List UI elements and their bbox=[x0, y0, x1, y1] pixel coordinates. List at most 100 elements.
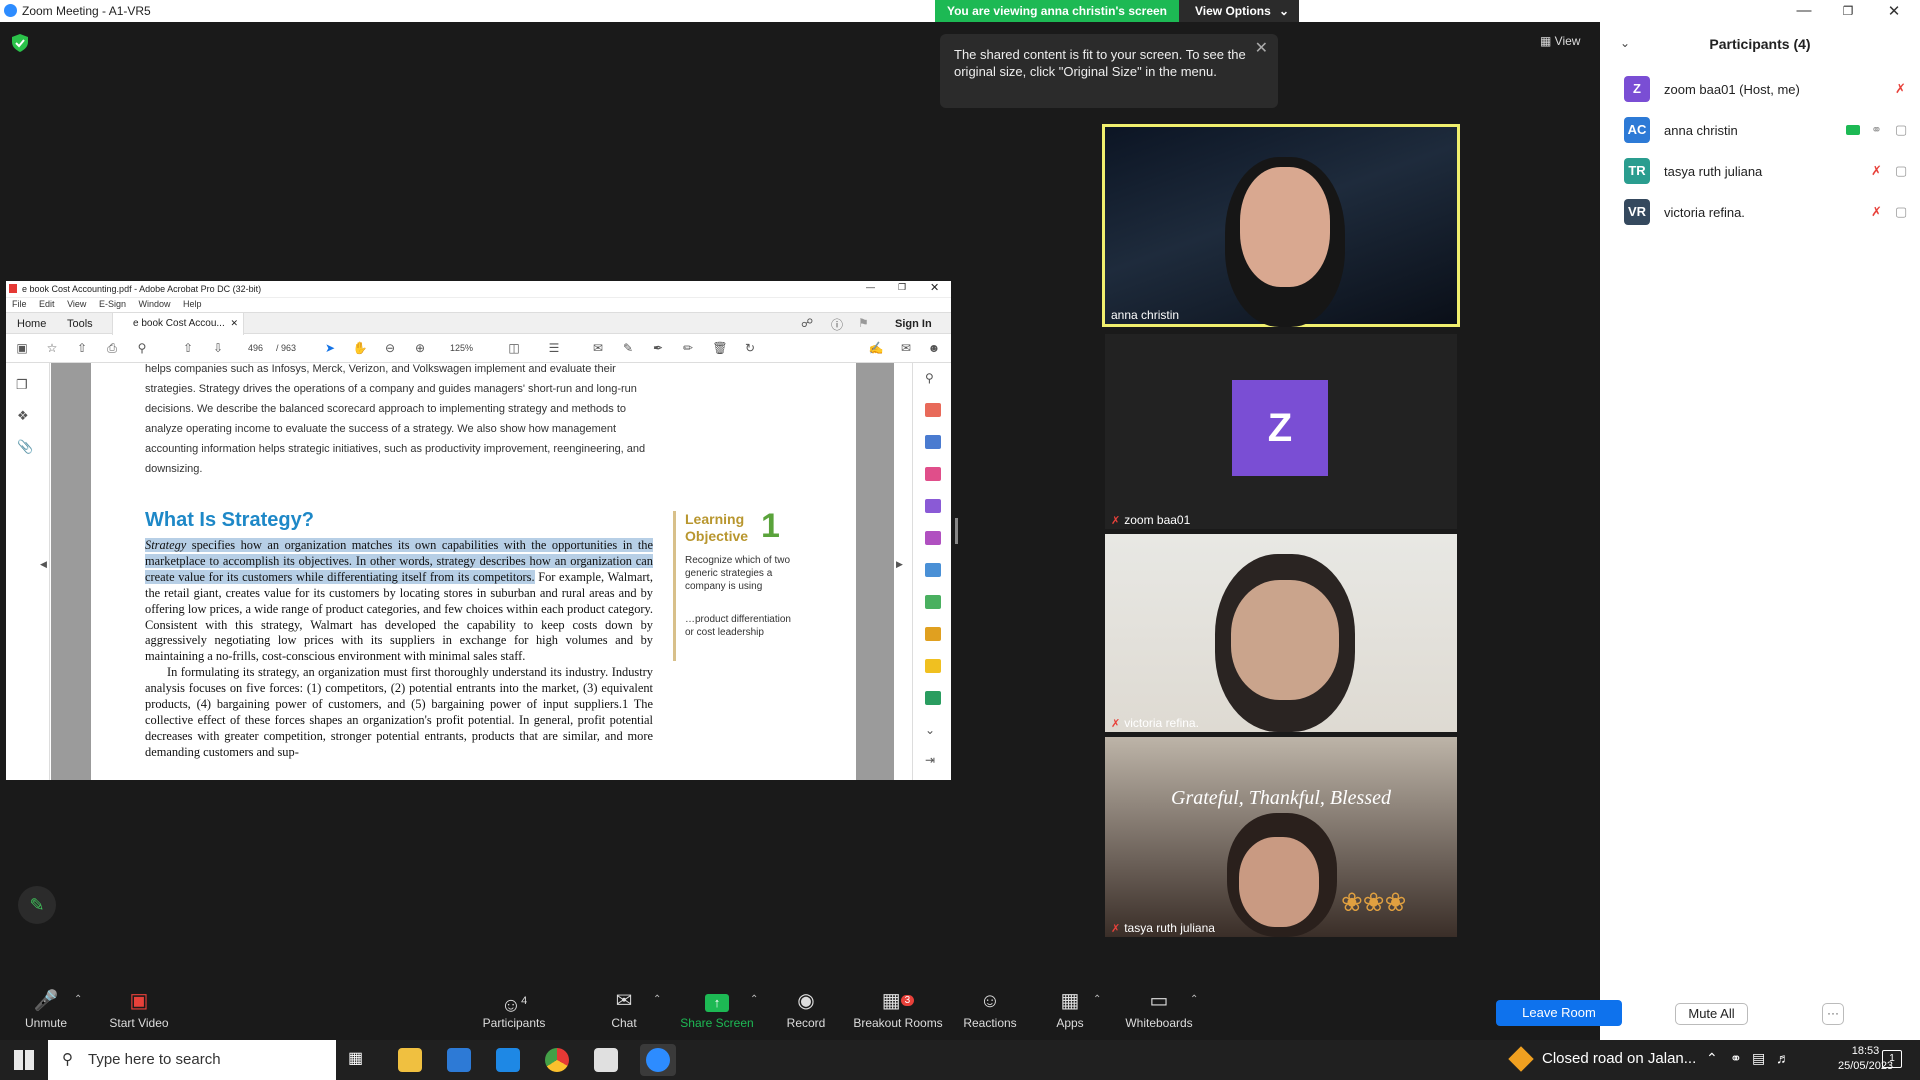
mic-muted-icon[interactable]: ✗ bbox=[1895, 81, 1906, 97]
unmute-button[interactable]: 🎤 Unmute bbox=[20, 990, 72, 1030]
video-icon[interactable]: ▢ bbox=[1895, 163, 1907, 179]
star-icon[interactable]: ☆ bbox=[44, 341, 60, 355]
more-options-button[interactable]: ··· bbox=[1822, 1003, 1844, 1025]
menu-window[interactable]: Window bbox=[138, 299, 170, 309]
leave-room-button[interactable]: Leave Room bbox=[1496, 1000, 1622, 1026]
mic-muted-icon[interactable]: ✗ bbox=[1871, 204, 1882, 220]
close-tab-icon[interactable]: ✕ bbox=[230, 318, 238, 329]
hand-icon[interactable]: ✋ bbox=[352, 341, 368, 355]
bookmark-icon[interactable]: ❖ bbox=[17, 408, 29, 424]
acrobat-minimize-icon[interactable]: — bbox=[866, 282, 875, 292]
sign-icon[interactable]: ✍ bbox=[868, 341, 884, 355]
rotate-icon[interactable]: ↻ bbox=[742, 341, 758, 355]
tray-mic-icon[interactable]: ⚭ bbox=[1730, 1050, 1742, 1067]
export-icon[interactable] bbox=[925, 499, 941, 513]
record-button[interactable]: ◉ Record bbox=[784, 990, 828, 1030]
video-tile-tasya[interactable]: Grateful, Thankful, Blessed ❀❀❀ ✗ tasya r… bbox=[1105, 737, 1457, 937]
edit-icon[interactable]: ✏ bbox=[680, 341, 696, 355]
notifications-icon[interactable]: 1 bbox=[1882, 1050, 1902, 1068]
acrobat-taskbar-icon[interactable] bbox=[594, 1048, 618, 1072]
page-number-input[interactable]: 496 bbox=[248, 343, 263, 353]
left-collapse-icon[interactable]: ◀ bbox=[40, 559, 47, 570]
fit-page-icon[interactable]: ◫ bbox=[506, 341, 522, 355]
pages-icon[interactable]: ❐ bbox=[16, 377, 28, 393]
combine-icon[interactable] bbox=[925, 563, 941, 577]
save-icon[interactable]: ▣ bbox=[14, 341, 30, 355]
share-options-caret-icon[interactable]: ⌃ bbox=[750, 994, 758, 1005]
zoom-taskbar-icon[interactable] bbox=[640, 1044, 676, 1076]
zoom-level-select[interactable]: 125% bbox=[450, 343, 473, 353]
search-tool-icon[interactable]: ⚲ bbox=[925, 371, 941, 385]
encryption-shield-icon[interactable] bbox=[12, 34, 28, 52]
delete-icon[interactable]: 🗑 bbox=[712, 341, 728, 355]
bell-icon[interactable]: ⚑ bbox=[858, 316, 869, 330]
prev-page-icon[interactable]: ⇧ bbox=[180, 341, 196, 355]
apps-button[interactable]: ▦ Apps bbox=[1052, 990, 1088, 1030]
tab-home[interactable]: Home bbox=[17, 318, 46, 330]
menu-esign[interactable]: E-Sign bbox=[99, 299, 126, 309]
resize-handle[interactable] bbox=[955, 518, 958, 544]
mute-all-button[interactable]: Mute All bbox=[1675, 1003, 1748, 1025]
participant-row[interactable]: AC anna christin ⚭ ▢ bbox=[1624, 117, 1914, 145]
volume-icon[interactable]: ♬ bbox=[1776, 1050, 1790, 1066]
restore-icon[interactable]: ❐ bbox=[1828, 4, 1868, 18]
mic-muted-icon[interactable]: ✗ bbox=[1871, 163, 1882, 179]
menu-edit[interactable]: Edit bbox=[39, 299, 55, 309]
expand-tools-icon[interactable]: ⌄ bbox=[925, 723, 941, 737]
reactions-button[interactable]: ☺ Reactions bbox=[962, 990, 1018, 1030]
taskbar-search-input[interactable]: ⚲ Type here to search bbox=[48, 1040, 336, 1080]
print-icon[interactable]: ⎙ bbox=[104, 341, 120, 355]
select-arrow-icon[interactable]: ➤ bbox=[322, 341, 338, 355]
protect-icon[interactable] bbox=[925, 627, 941, 641]
shared-acrobat-window[interactable]: e book Cost Accounting.pdf - Adobe Acrob… bbox=[6, 281, 951, 780]
network-icon[interactable]: ▤ bbox=[1752, 1050, 1765, 1067]
tab-tools[interactable]: Tools bbox=[67, 318, 93, 330]
highlight-icon[interactable]: ✒ bbox=[650, 341, 666, 355]
file-explorer-icon[interactable] bbox=[398, 1048, 422, 1072]
sign-in-link[interactable]: Sign In bbox=[895, 318, 932, 330]
participant-row[interactable]: VR victoria refina. ✗ ▢ bbox=[1624, 199, 1914, 227]
acrobat-close-icon[interactable]: ✕ bbox=[930, 281, 939, 294]
comment-tool-icon[interactable] bbox=[925, 659, 941, 673]
apps-options-caret-icon[interactable]: ⌃ bbox=[1093, 994, 1101, 1005]
participants-button[interactable]: ☺4 Participants bbox=[478, 990, 550, 1030]
weather-text[interactable]: Closed road on Jalan... bbox=[1542, 1050, 1696, 1067]
windows-start-icon[interactable] bbox=[14, 1050, 34, 1070]
participant-row[interactable]: Z zoom baa01 (Host, me) ✗ bbox=[1624, 76, 1914, 104]
participant-row[interactable]: TR tasya ruth juliana ✗ ▢ bbox=[1624, 158, 1914, 186]
minimize-icon[interactable]: — bbox=[1784, 2, 1824, 19]
menu-file[interactable]: File bbox=[12, 299, 27, 309]
comment-icon[interactable]: ✉ bbox=[590, 341, 606, 355]
collapse-panel-icon[interactable]: ⇥ bbox=[925, 753, 941, 767]
fill-sign-icon[interactable] bbox=[925, 531, 941, 545]
menu-help[interactable]: Help bbox=[183, 299, 202, 309]
account-icon[interactable]: ☻ bbox=[926, 341, 942, 355]
view-button[interactable]: ▦ View bbox=[1540, 34, 1580, 48]
tray-chevron-icon[interactable]: ⌃ bbox=[1706, 1050, 1718, 1067]
audio-options-caret-icon[interactable]: ⌃ bbox=[74, 994, 82, 1005]
share-screen-button[interactable]: ↑ Share Screen bbox=[680, 990, 754, 1030]
create-pdf-icon[interactable] bbox=[925, 403, 941, 417]
acrobat-restore-icon[interactable]: ❐ bbox=[898, 282, 906, 293]
whiteboards-button[interactable]: ▭ Whiteboards bbox=[1124, 990, 1194, 1030]
upload-icon[interactable]: ⇧ bbox=[74, 341, 90, 355]
video-icon[interactable]: ▢ bbox=[1895, 122, 1907, 138]
video-icon[interactable]: ▢ bbox=[1895, 204, 1907, 220]
view-options-button[interactable]: View Options ⌄ bbox=[1179, 0, 1299, 22]
chat-button[interactable]: ✉ Chat bbox=[604, 990, 644, 1030]
zoom-out-icon[interactable]: ⊖ bbox=[382, 341, 398, 355]
close-icon[interactable]: ✕ bbox=[1874, 2, 1914, 20]
pen-icon[interactable]: ✎ bbox=[620, 341, 636, 355]
chrome-icon[interactable] bbox=[545, 1048, 569, 1072]
mail-app-icon[interactable] bbox=[496, 1048, 520, 1072]
attachment-icon[interactable]: 📎 bbox=[17, 439, 33, 455]
zoom-search-icon[interactable]: ⚲ bbox=[134, 341, 150, 355]
zoom-in-icon[interactable]: ⊕ bbox=[412, 341, 428, 355]
tab-document[interactable]: e book Cost Accou... ✕ bbox=[112, 313, 244, 335]
start-video-button[interactable]: ▣ Start Video bbox=[104, 990, 174, 1030]
close-notice-icon[interactable]: ✕ bbox=[1255, 40, 1268, 57]
store-icon[interactable] bbox=[447, 1048, 471, 1072]
video-tile-zoom[interactable]: Z ✗ zoom baa01 bbox=[1105, 334, 1457, 529]
task-view-icon[interactable]: ▦ bbox=[348, 1048, 372, 1072]
chat-options-caret-icon[interactable]: ⌃ bbox=[653, 994, 661, 1005]
